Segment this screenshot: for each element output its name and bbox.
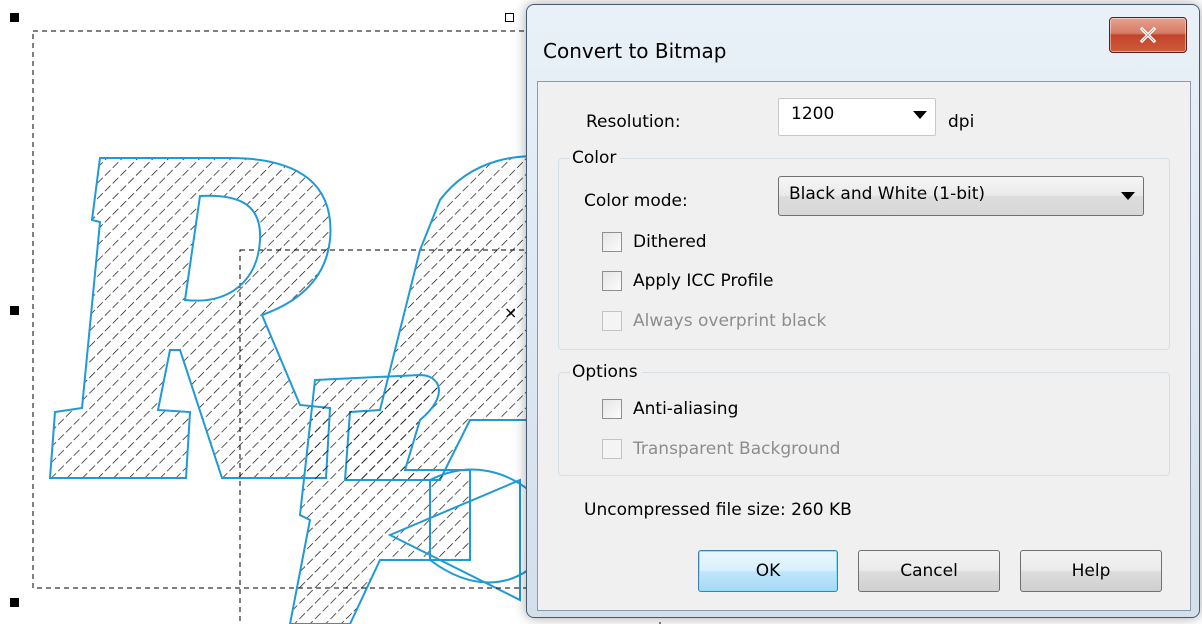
resolution-label: Resolution: bbox=[586, 112, 681, 132]
convert-to-bitmap-dialog: Convert to Bitmap Resolution: 1200 dpi C… bbox=[526, 4, 1200, 618]
chevron-down-icon[interactable] bbox=[1121, 192, 1135, 200]
dithered-checkbox[interactable] bbox=[602, 232, 622, 252]
chevron-down-icon[interactable] bbox=[913, 111, 927, 119]
file-size-text: Uncompressed file size: 260 KB bbox=[584, 500, 852, 520]
close-x-icon bbox=[1139, 27, 1157, 43]
color-mode-value: Black and White (1-bit) bbox=[789, 184, 986, 204]
selection-handle-top-mid[interactable] bbox=[505, 13, 514, 22]
dialog-client-area: Resolution: 1200 dpi Color Color mode: B… bbox=[537, 81, 1191, 611]
dialog-title: Convert to Bitmap bbox=[543, 39, 727, 63]
close-button[interactable] bbox=[1109, 17, 1187, 53]
letter-r-shape bbox=[48, 157, 332, 479]
color-mode-dropdown[interactable]: Black and White (1-bit) bbox=[778, 176, 1144, 216]
selection-handle-top-left[interactable] bbox=[10, 13, 19, 22]
apply-icc-profile-label[interactable]: Apply ICC Profile bbox=[633, 271, 773, 291]
transparent-background-label: Transparent Background bbox=[633, 439, 841, 459]
dialog-titlebar[interactable]: Convert to Bitmap bbox=[527, 5, 1199, 75]
options-group bbox=[558, 372, 1170, 476]
anti-aliasing-label[interactable]: Anti-aliasing bbox=[633, 399, 738, 419]
overprint-black-checkbox bbox=[602, 311, 622, 331]
color-mode-label: Color mode: bbox=[584, 191, 688, 211]
center-x-marker: × bbox=[504, 303, 517, 322]
cancel-button[interactable]: Cancel bbox=[858, 550, 1000, 592]
transparent-background-checkbox bbox=[602, 439, 622, 459]
selection-handle-mid-left[interactable] bbox=[10, 306, 19, 315]
resolution-combo[interactable]: 1200 bbox=[778, 98, 936, 136]
overprint-black-label: Always overprint black bbox=[633, 311, 827, 331]
resolution-unit: dpi bbox=[948, 112, 975, 132]
options-group-title: Options bbox=[570, 362, 642, 382]
selection-handle-bottom-left[interactable] bbox=[10, 598, 19, 607]
apply-icc-profile-checkbox[interactable] bbox=[602, 271, 622, 291]
dithered-label[interactable]: Dithered bbox=[633, 232, 707, 252]
color-group-title: Color bbox=[570, 148, 621, 168]
help-button[interactable]: Help bbox=[1020, 550, 1162, 592]
ok-button[interactable]: OK bbox=[698, 550, 838, 592]
anti-aliasing-checkbox[interactable] bbox=[602, 399, 622, 419]
resolution-value: 1200 bbox=[791, 104, 835, 124]
